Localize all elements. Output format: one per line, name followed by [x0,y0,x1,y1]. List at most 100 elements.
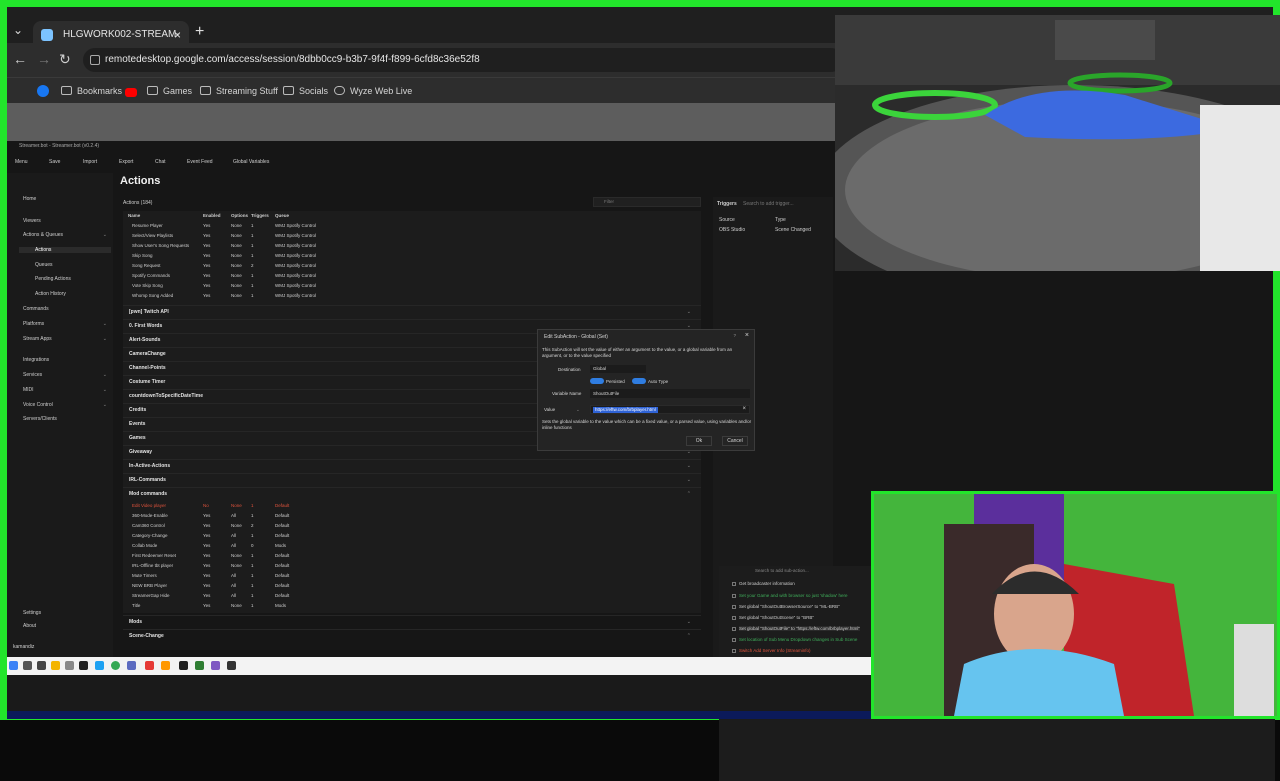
trigger-search-input[interactable]: Search to add trigger... [743,201,794,207]
nav-item-actions-queues[interactable]: Actions & Queues [23,232,63,238]
table-row[interactable]: NEW BRB Player Yes All 1 Default [123,581,701,591]
column-header[interactable]: Name [128,211,140,221]
file-explorer-icon[interactable] [51,661,60,670]
chrome-icon[interactable] [111,661,120,670]
nav-item-stream-apps[interactable]: Stream Apps [23,336,52,342]
facebook-icon[interactable] [37,85,49,97]
trigger-type[interactable]: Scene Changed [775,227,811,233]
youtube-icon[interactable] [125,88,137,97]
subaction-search-input[interactable]: Search to add sub-action... [755,568,809,573]
nav-item-voice-control[interactable]: Voice Control [23,402,53,408]
nav-item-platforms[interactable]: Platforms [23,321,44,327]
table-row[interactable]: Whomp Song Added Yes None 1 WMJ Spotify Cont… [123,291,701,301]
checkbox-icon[interactable] [732,616,736,620]
trigger-source[interactable]: OBS Studio [719,227,745,233]
subaction-item[interactable]: Set global "ShoutOutBrowserSource" to "M… [732,604,840,609]
action-group[interactable]: Mods ⌄ [123,615,701,628]
action-group[interactable]: IRL-Commands ⌄ [123,473,701,486]
action-group[interactable]: [pwn] Twitch API ⌄ [123,305,701,318]
column-header[interactable]: Options [231,211,248,221]
new-tab-icon[interactable]: + [195,23,204,41]
app-icon[interactable] [65,661,74,670]
table-row[interactable]: Skip Song Yes None 1 WMJ Spotify Control [123,251,701,261]
chat-button[interactable]: Chat [155,159,166,165]
chevron-down-icon[interactable]: ⌄ [103,232,107,238]
app-icon[interactable] [79,661,88,670]
tab-search-icon[interactable]: ⌄ [13,23,23,37]
site-info-icon[interactable] [90,55,100,65]
table-row[interactable]: Show User's Song Requests Yes None 1 WMJ Spo… [123,241,701,251]
nav-item-queues[interactable]: Queues [35,262,53,268]
nav-settings[interactable]: Settings [23,610,41,616]
table-row[interactable]: Resume Player Yes None 1 WMJ Spotify Control [123,221,701,231]
bookmark-bookmarks[interactable]: Bookmarks [61,83,122,99]
table-row[interactable]: Select/View Playlists Yes None 1 WMJ Spotify… [123,231,701,241]
app-icon[interactable] [211,661,220,670]
subaction-item[interactable]: Set global "ShoutOutFile" to "https://ef… [732,626,860,631]
subaction-item[interactable]: Get broadcaster information [732,581,795,586]
nav-item-commands[interactable]: Commands [23,306,49,312]
subaction-item[interactable]: Set location of Sub Menu Dropdown change… [732,637,857,642]
table-row[interactable]: Vote Skip Song Yes None 1 WMJ Spotify Contro… [123,281,701,291]
table-row[interactable]: Song Request Yes None 2 WMJ Spotify Control [123,261,701,271]
export-button[interactable]: Export [119,159,133,165]
back-icon[interactable]: ← [13,51,27,67]
column-header[interactable]: Enabled [203,211,221,221]
chevron-down-icon[interactable]: ⌄ [103,402,107,408]
chevron-down-icon[interactable]: ⌄ [687,474,691,487]
event-feed-button[interactable]: Event Feed [187,159,213,165]
nav-item-services[interactable]: Services [23,372,42,378]
chevron-down-icon[interactable]: ⌄ [687,616,691,629]
bookmark-socials[interactable]: Socials [283,83,328,99]
checkbox-icon[interactable] [732,649,736,653]
checkbox-icon[interactable] [732,594,736,598]
nav-item-viewers[interactable]: Viewers [23,218,41,224]
chevron-up-icon[interactable]: ⌃ [687,488,691,501]
task-view-icon[interactable] [37,661,46,670]
checkbox-icon[interactable] [732,638,736,642]
import-button[interactable]: Import [83,159,97,165]
menu-button[interactable]: Menu [15,159,28,165]
nav-item-pending-actions[interactable]: Pending Actions [35,276,71,282]
table-row[interactable]: Spotify Commands Yes None 1 WMJ Spotify Cont… [123,271,701,281]
app-icon[interactable] [95,661,104,670]
nav-item-midi[interactable]: MIDI [23,387,34,393]
nav-item-action-history[interactable]: Action History [35,291,66,297]
app-icon[interactable] [179,661,188,670]
nav-item-actions[interactable]: Actions [19,247,111,253]
nav-about[interactable]: About [23,623,36,629]
subaction-item[interactable]: Switch Add Server Info (Streaminfo) [732,648,811,653]
subaction-item[interactable]: Set global "ShoutOutScene" to "BRB" [732,615,814,620]
search-icon[interactable] [23,661,32,670]
help-icon[interactable]: ? [733,333,736,338]
checkbox-icon[interactable] [732,627,736,631]
table-row[interactable]: Edit Video player No None 1 Default [123,501,701,511]
nav-item-integrations[interactable]: Integrations [23,357,49,363]
subaction-item[interactable]: Set your Game and with browser so just '… [732,593,848,598]
variable-name-input[interactable]: ShoutOutFile [590,389,750,398]
global-variables-button[interactable]: Global Variables [233,159,269,165]
close-icon[interactable]: × [745,332,749,339]
column-header[interactable]: Triggers [251,211,269,221]
table-row[interactable]: 360-Mode-Enable Yes All 1 Default [123,511,701,521]
action-group[interactable]: Mod commands ⌃ [123,487,701,500]
app-icon[interactable] [127,661,136,670]
chevron-down-icon[interactable]: ⌄ [103,387,107,393]
filter-input[interactable]: Filter [593,197,701,207]
app-icon[interactable] [161,661,170,670]
table-row[interactable]: StreamerGap Hide Yes All 1 Default [123,591,701,601]
start-icon[interactable] [9,661,18,670]
app-icon[interactable] [195,661,204,670]
action-group[interactable]: Scene-Change ⌃ [123,629,701,642]
column-header[interactable]: Queue [275,211,289,221]
forward-icon[interactable]: → [37,51,51,67]
persisted-toggle[interactable] [590,378,604,384]
table-row[interactable]: First Redeemer Reset Yes None 1 Default [123,551,701,561]
clear-icon[interactable]: × [742,406,746,412]
action-group[interactable]: In-Active-Actions ⌄ [123,459,701,472]
cancel-button[interactable]: Cancel [722,436,748,446]
table-row[interactable]: Mute Timers Yes All 1 Default [123,571,701,581]
address-bar[interactable]: remotedesktop.google.com/access/session/… [83,48,843,72]
table-row[interactable]: Title Yes None 1 Mods [123,601,701,611]
ok-button[interactable]: Ok [686,436,712,446]
